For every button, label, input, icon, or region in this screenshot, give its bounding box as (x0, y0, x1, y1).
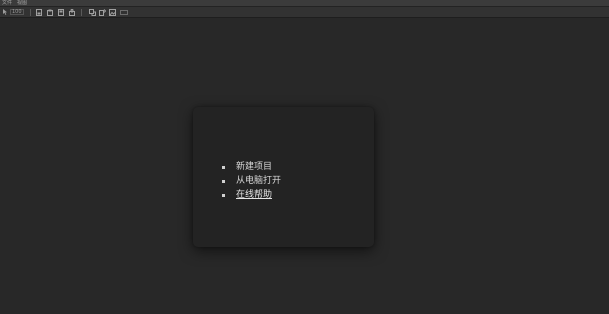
open-from-computer-label: 从电脑打开 (236, 176, 282, 186)
crop-icon[interactable] (89, 8, 97, 16)
bullet-icon (222, 165, 225, 169)
toolbar-divider (80, 8, 82, 16)
toolbar: 100 (0, 6, 609, 18)
menu-item-open-from-computer[interactable]: 从电脑打开 (222, 174, 281, 188)
zoom-level: 100 (10, 9, 24, 15)
menu-item-online-help[interactable]: 在线帮助 (222, 188, 281, 202)
start-menu: 新建项目 从电脑打开 在线帮助 (222, 160, 281, 202)
zoom-level-field[interactable]: 100 (10, 8, 24, 16)
menu-item-new-project[interactable]: 新建项目 (222, 160, 281, 174)
online-help-link[interactable]: 在线帮助 (236, 188, 272, 202)
more-icon[interactable] (119, 8, 128, 16)
bullet-icon (222, 179, 225, 183)
new-icon[interactable] (35, 8, 43, 16)
app-window: 文件 视图 100 新建项目 从电脑打开 在线帮助 (0, 0, 609, 314)
select-icon[interactable] (1, 8, 8, 16)
open-icon[interactable] (46, 8, 54, 16)
start-dialog: 新建项目 从电脑打开 在线帮助 (193, 107, 374, 247)
toolbar-divider (29, 8, 31, 16)
rotate-icon[interactable] (99, 8, 107, 16)
save-icon[interactable] (57, 8, 65, 16)
image-icon[interactable] (109, 8, 117, 16)
new-project-label: 新建项目 (236, 162, 273, 172)
bullet-icon (222, 193, 225, 197)
export-icon[interactable] (68, 8, 76, 16)
